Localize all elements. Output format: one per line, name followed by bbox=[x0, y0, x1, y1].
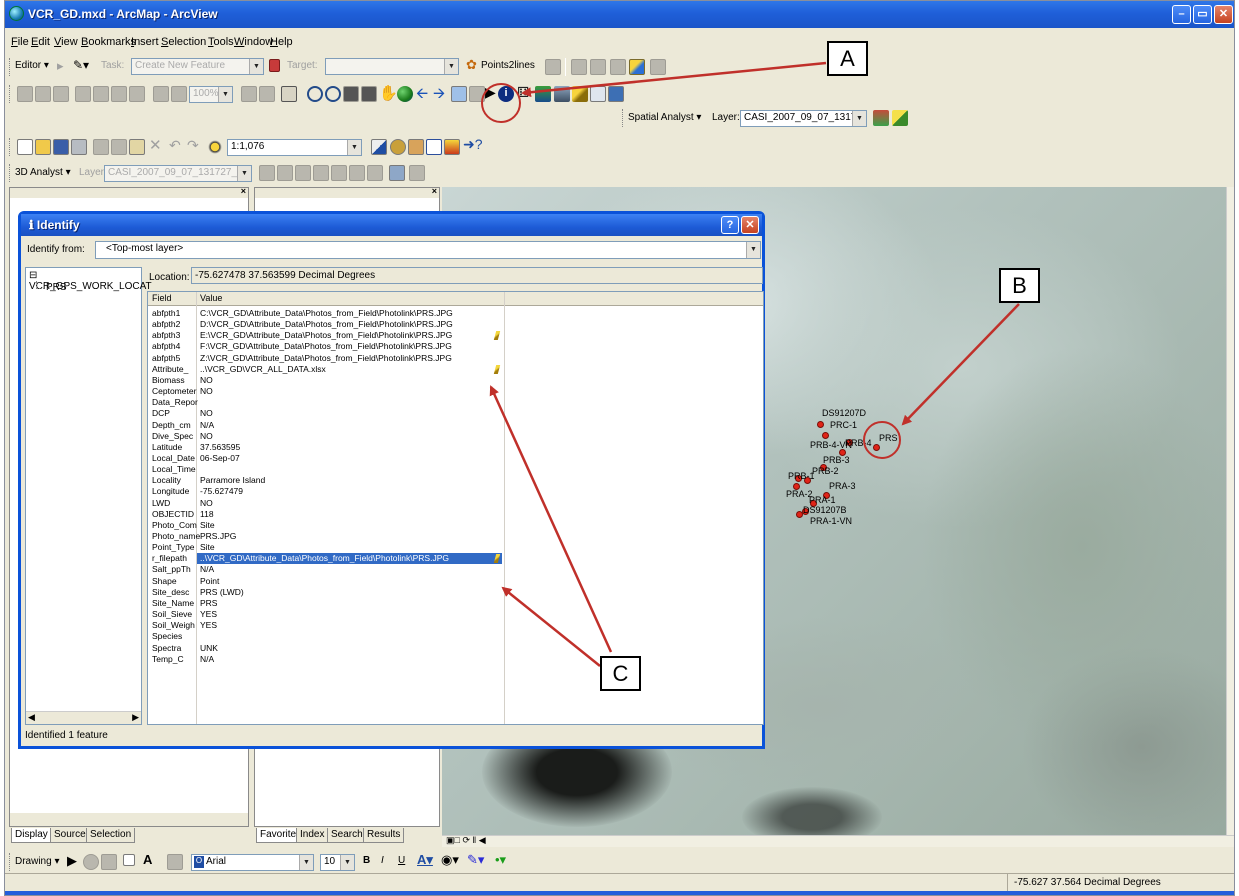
callout-c: C bbox=[600, 656, 641, 691]
annotation-arrows bbox=[489, 61, 1020, 667]
arrow-c-upper bbox=[489, 385, 613, 653]
callout-b: B bbox=[999, 268, 1040, 303]
callout-a: A bbox=[827, 41, 868, 76]
arrow-a bbox=[521, 61, 827, 98]
arrow-c-lower bbox=[501, 586, 601, 667]
arrow-b bbox=[901, 303, 1020, 426]
